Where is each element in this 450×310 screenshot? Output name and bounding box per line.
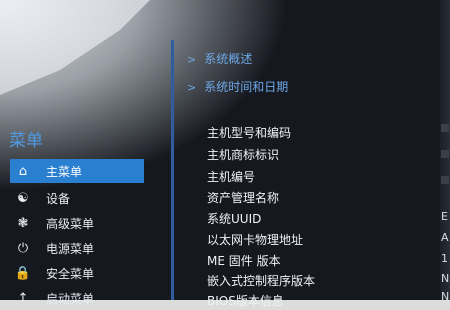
- power-icon: ⏻: [17, 240, 29, 256]
- boot-icon: ↑: [17, 290, 29, 306]
- value-me-partial: 1: [441, 252, 448, 265]
- sidebar-item-security[interactable]: 🔒 安全菜单: [10, 261, 144, 285]
- home-icon: ⌂: [18, 163, 28, 179]
- link-system-overview[interactable]: > 系统概述: [187, 50, 252, 67]
- sidebar-item-main-menu[interactable]: ⌂ 主菜单: [10, 159, 144, 183]
- link-system-time-date[interactable]: > 系统时间和日期: [187, 78, 288, 95]
- label-bios-version: BIOS版本信息: [207, 294, 284, 308]
- menu-title: 菜单: [9, 131, 43, 151]
- label-ec-version: 嵌入式控制程序版本: [207, 274, 316, 288]
- gear-icon: ❃: [17, 215, 29, 231]
- value-ec-partial: N: [441, 272, 450, 285]
- label-system-uuid: 系统UUID: [207, 212, 262, 226]
- value-marker: [441, 150, 449, 158]
- sidebar-item-advanced[interactable]: ❃ 高级菜单: [10, 211, 144, 235]
- value-mac-partial: A: [441, 231, 449, 244]
- chevron-right-icon: >: [187, 53, 197, 66]
- chevron-right-icon: >: [187, 81, 197, 94]
- label-asset-name: 资产管理名称: [207, 191, 280, 205]
- label-me-firmware: ME 固件 版本: [207, 254, 281, 268]
- label-brand-id: 主机商标标识: [207, 148, 280, 162]
- lock-icon: 🔒: [14, 265, 32, 281]
- value-marker: [441, 124, 449, 132]
- devices-icon: ☯: [17, 190, 29, 206]
- value-marker: [441, 176, 449, 184]
- value-bios-partial: N: [441, 290, 450, 303]
- label-model-code: 主机型号和编码: [207, 126, 292, 140]
- sidebar-item-power[interactable]: ⏻ 电源菜单: [10, 236, 144, 260]
- label-mac-address: 以太网卡物理地址: [207, 233, 304, 247]
- sidebar-item-devices[interactable]: ☯ 设备: [10, 186, 144, 210]
- label-host-number: 主机编号: [207, 170, 256, 184]
- panel-divider: [171, 40, 174, 300]
- value-uuid-partial: E: [441, 210, 448, 223]
- sidebar-item-boot[interactable]: ↑ 启动菜单: [10, 286, 144, 310]
